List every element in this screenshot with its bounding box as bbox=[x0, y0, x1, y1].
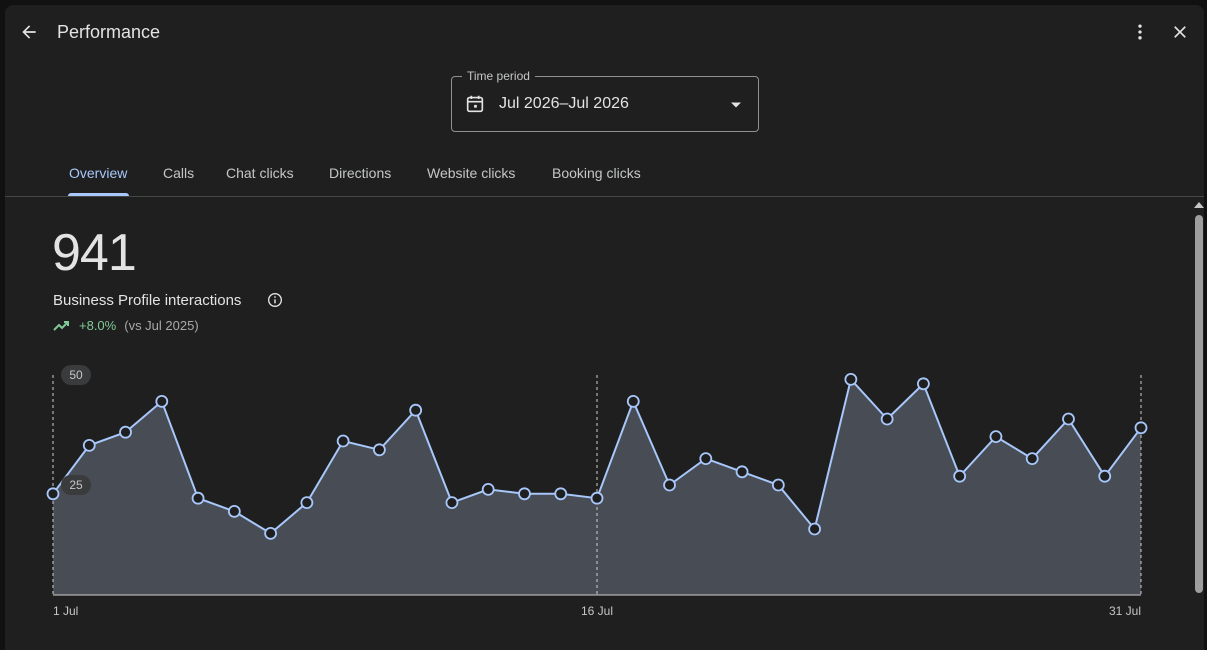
tab-directions[interactable]: Directions bbox=[329, 165, 391, 181]
trend-row: +8.0% (vs Jul 2025) bbox=[53, 318, 199, 333]
data-point bbox=[989, 430, 1003, 443]
header: Performance bbox=[5, 5, 1204, 65]
data-point bbox=[409, 403, 423, 417]
close-button[interactable] bbox=[1166, 18, 1194, 46]
data-point bbox=[372, 443, 386, 457]
more-options-button[interactable] bbox=[1126, 18, 1154, 46]
scroll-thumb[interactable] bbox=[1195, 215, 1203, 593]
back-button[interactable] bbox=[15, 18, 43, 46]
data-point bbox=[808, 522, 821, 536]
interactions-chart: 25 50 1 Jul 16 Jul 31 Jul bbox=[46, 365, 1148, 618]
data-point bbox=[336, 434, 350, 448]
x-tick-label: 16 Jul bbox=[581, 604, 613, 618]
tab-bar: Overview Calls Chat clicks Directions We… bbox=[5, 155, 1204, 197]
data-point bbox=[771, 478, 785, 492]
scrollbar[interactable] bbox=[1192, 198, 1204, 650]
performance-panel: Performance Time period Jul 2026–Jul 202… bbox=[5, 5, 1204, 650]
data-point bbox=[518, 487, 531, 501]
data-point bbox=[119, 425, 132, 439]
data-point bbox=[1062, 412, 1075, 426]
close-icon bbox=[1174, 26, 1186, 38]
x-tick-label: 31 Jul bbox=[1109, 604, 1141, 618]
data-point bbox=[699, 452, 713, 465]
tab-overview[interactable]: Overview bbox=[69, 165, 127, 181]
data-point bbox=[626, 395, 640, 408]
data-point bbox=[844, 372, 858, 386]
info-icon[interactable] bbox=[267, 292, 283, 308]
data-point bbox=[46, 487, 60, 501]
arrow-left-icon bbox=[22, 25, 36, 39]
calendar-icon bbox=[466, 95, 484, 113]
trending-up-icon bbox=[53, 320, 69, 331]
data-point bbox=[481, 482, 495, 496]
tab-chat-clicks[interactable]: Chat clicks bbox=[226, 165, 294, 181]
metric-label: Business Profile interactions bbox=[53, 292, 242, 309]
active-tab-indicator bbox=[68, 193, 129, 196]
data-point bbox=[1098, 469, 1112, 483]
data-point bbox=[917, 377, 930, 391]
data-point bbox=[663, 478, 676, 492]
data-point bbox=[82, 439, 96, 452]
data-point bbox=[264, 526, 278, 540]
trend-comparison: (vs Jul 2025) bbox=[124, 318, 199, 333]
tab-calls[interactable]: Calls bbox=[163, 165, 194, 181]
data-point bbox=[155, 395, 169, 408]
time-period-value: Jul 2026–Jul 2026 bbox=[499, 95, 629, 112]
tab-website-clicks[interactable]: Website clicks bbox=[427, 165, 515, 181]
data-point bbox=[191, 491, 205, 505]
data-point bbox=[735, 465, 749, 479]
data-point bbox=[300, 496, 314, 510]
scroll-up-arrow[interactable] bbox=[1194, 202, 1204, 208]
page-title: Performance bbox=[57, 22, 161, 42]
time-period-label: Time period bbox=[462, 69, 535, 83]
y-tick-label: 25 bbox=[69, 478, 83, 492]
data-point bbox=[554, 487, 568, 501]
data-point bbox=[880, 412, 894, 426]
y-tick-label: 50 bbox=[69, 368, 83, 382]
data-point bbox=[590, 491, 604, 505]
tab-booking-clicks[interactable]: Booking clicks bbox=[552, 165, 641, 181]
more-vert-icon bbox=[1138, 24, 1142, 40]
data-point bbox=[445, 496, 459, 510]
x-tick-label: 1 Jul bbox=[53, 604, 78, 618]
total-interactions: 941 bbox=[52, 224, 137, 282]
trend-percentage: +8.0% bbox=[79, 318, 117, 333]
data-point bbox=[953, 469, 967, 483]
data-point bbox=[227, 504, 241, 518]
data-point bbox=[1025, 452, 1039, 465]
dropdown-arrow-icon bbox=[731, 102, 741, 108]
time-period-select[interactable]: Time period Jul 2026–Jul 2026 bbox=[451, 69, 759, 132]
data-point bbox=[1134, 421, 1148, 435]
